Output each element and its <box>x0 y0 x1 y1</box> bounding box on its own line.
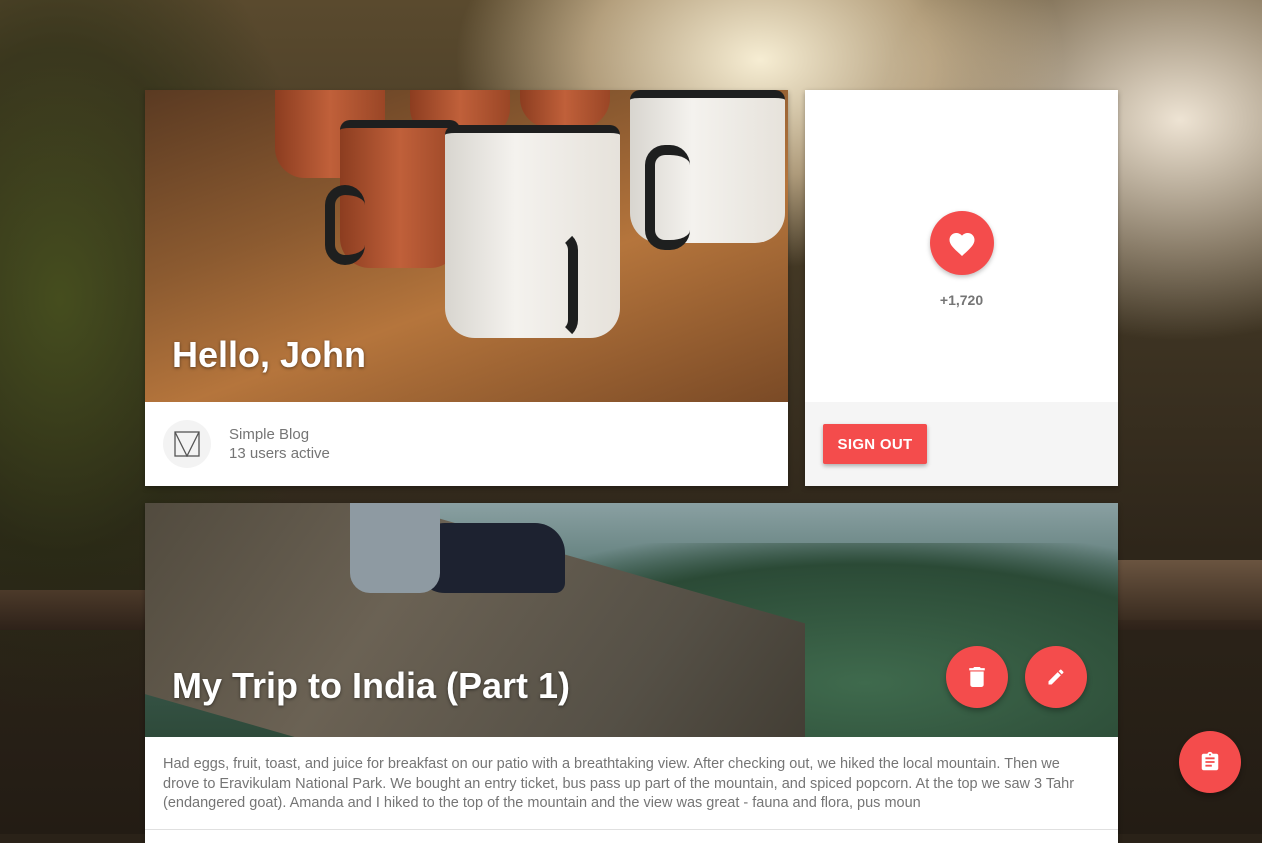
m-logo-icon <box>174 431 200 457</box>
trip-card-divider <box>145 829 1118 830</box>
trip-post-card: My Trip to India (Part 1) Had eggs, frui… <box>145 503 1118 843</box>
pencil-icon <box>1048 669 1064 685</box>
edit-button[interactable] <box>1025 646 1087 708</box>
users-active: 13 users active <box>229 445 330 462</box>
trip-post-title: My Trip to India (Part 1) <box>172 665 571 706</box>
background-railing-right <box>1118 560 1262 620</box>
blog-name: Simple Blog <box>229 426 310 443</box>
delete-button[interactable] <box>946 646 1008 708</box>
like-count: +1,720 <box>939 292 984 308</box>
hello-card-image: Hello, John <box>145 90 788 402</box>
blog-info: Simple Blog 13 users active <box>229 425 330 463</box>
hello-title: Hello, John <box>172 334 367 375</box>
hello-card-footer: Simple Blog 13 users active <box>145 402 788 486</box>
like-button[interactable] <box>930 211 994 275</box>
heart-icon <box>949 233 975 256</box>
trip-post-image: My Trip to India (Part 1) <box>145 503 1118 737</box>
like-card-top: +1,720 <box>805 90 1118 402</box>
like-card: +1,720 SIGN OUT <box>805 90 1118 486</box>
hello-card: Hello, John Simple Blog 13 users active <box>145 90 788 486</box>
clipboard-icon <box>1201 751 1219 771</box>
trip-post-excerpt: Had eggs, fruit, toast, and juice for br… <box>163 756 1075 811</box>
sign-out-button[interactable]: SIGN OUT <box>823 424 927 464</box>
blog-logo-avatar <box>163 420 211 468</box>
trash-icon <box>969 667 985 687</box>
new-post-fab[interactable] <box>1179 731 1241 793</box>
like-card-footer: SIGN OUT <box>805 402 1118 486</box>
